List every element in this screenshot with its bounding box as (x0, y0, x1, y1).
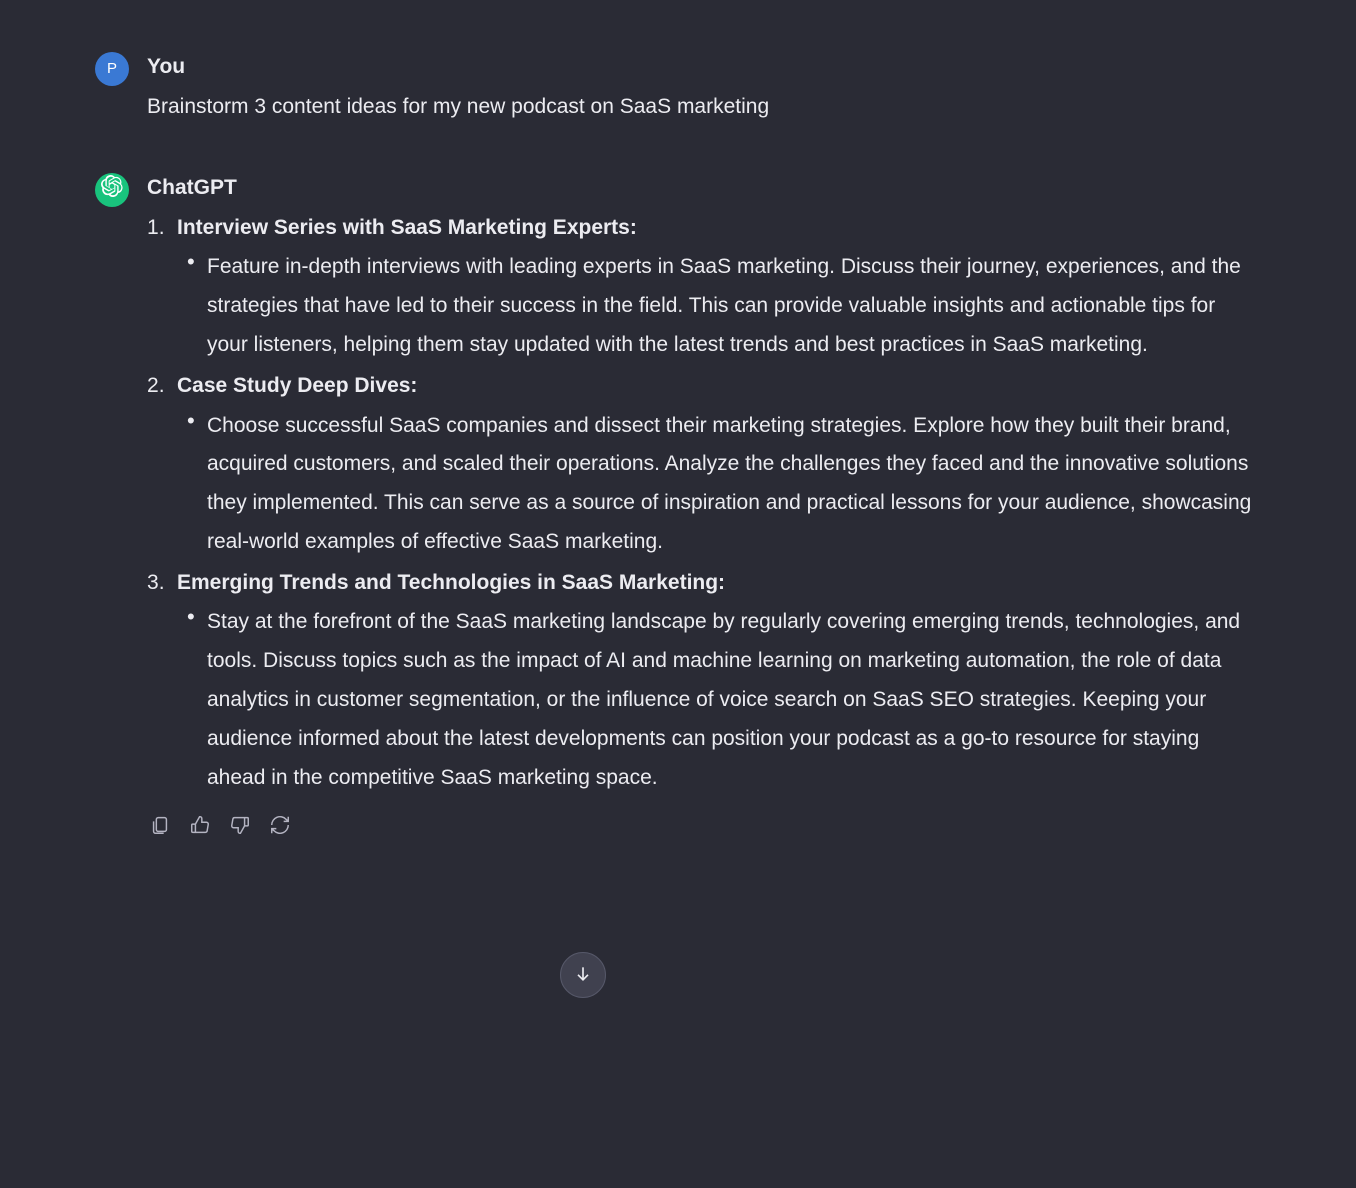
idea-bullets: Stay at the forefront of the SaaS market… (177, 603, 1261, 797)
user-message: P You Brainstorm 3 content ideas for my … (95, 50, 1261, 123)
arrow-down-icon (573, 964, 593, 987)
thumbs-up-button[interactable] (187, 814, 213, 840)
scroll-to-bottom-button[interactable] (560, 952, 606, 998)
idea-item: Interview Series with SaaS Marketing Exp… (147, 211, 1261, 365)
idea-body: Feature in-depth interviews with leading… (177, 248, 1261, 365)
ideas-list: Interview Series with SaaS Marketing Exp… (147, 211, 1261, 798)
copy-button[interactable] (147, 814, 173, 840)
user-message-body: You Brainstorm 3 content ideas for my ne… (147, 50, 1261, 123)
regenerate-button[interactable] (267, 814, 293, 840)
regenerate-icon (269, 814, 291, 839)
idea-title: Case Study Deep Dives: (177, 374, 417, 397)
idea-item: Case Study Deep Dives: Choose successful… (147, 369, 1261, 562)
idea-title: Emerging Trends and Technologies in SaaS… (177, 571, 725, 594)
user-author-label: You (147, 50, 1261, 84)
idea-bullets: Feature in-depth interviews with leading… (177, 248, 1261, 365)
assistant-actions (147, 814, 1261, 840)
idea-title: Interview Series with SaaS Marketing Exp… (177, 216, 637, 239)
user-avatar: P (95, 52, 129, 86)
assistant-avatar (95, 173, 129, 207)
chatgpt-logo-icon (101, 175, 123, 205)
idea-body: Stay at the forefront of the SaaS market… (177, 603, 1261, 797)
user-avatar-letter: P (107, 57, 117, 81)
idea-item: Emerging Trends and Technologies in SaaS… (147, 566, 1261, 798)
thumbs-down-icon (229, 814, 251, 839)
thumbs-down-button[interactable] (227, 814, 253, 840)
idea-bullets: Choose successful SaaS companies and dis… (177, 407, 1261, 562)
assistant-message-body: ChatGPT Interview Series with SaaS Marke… (147, 171, 1261, 840)
chat-container: P You Brainstorm 3 content ideas for my … (0, 0, 1356, 840)
assistant-message: ChatGPT Interview Series with SaaS Marke… (95, 171, 1261, 840)
clipboard-icon (149, 814, 171, 839)
thumbs-up-icon (189, 814, 211, 839)
user-text: Brainstorm 3 content ideas for my new po… (147, 90, 1261, 124)
assistant-author-label: ChatGPT (147, 171, 1261, 205)
idea-body: Choose successful SaaS companies and dis… (177, 407, 1261, 562)
